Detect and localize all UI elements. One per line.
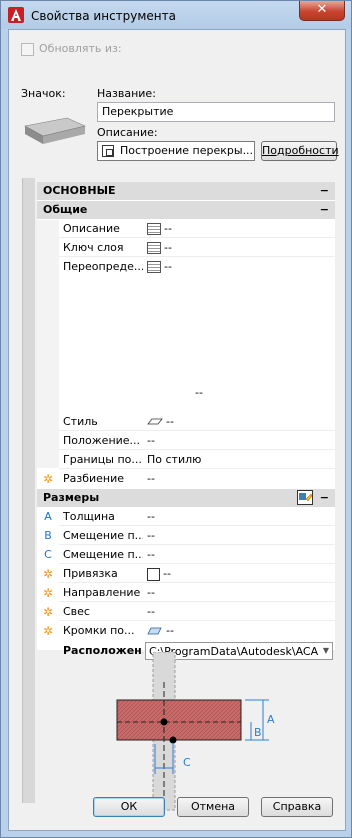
properties-grid: ОСНОВНЫЕ − Общие − Описание -- Ключ слоя… [37,182,335,660]
section-general[interactable]: Общие − [37,201,335,219]
section-dimensions[interactable]: Размеры − [37,489,335,507]
close-icon: ✕ [316,2,328,17]
required-star-icon: ✲ [42,605,54,619]
property-value[interactable]: -- [147,605,333,618]
property-row-direction[interactable]: ✲ Направление -- [37,584,335,602]
property-value: -- [195,386,203,399]
required-star-icon: ✲ [42,567,54,581]
property-row-preview-value: -- [37,370,335,410]
section-main[interactable]: ОСНОВНЫЕ − [37,182,335,200]
title-bar[interactable]: Свойства инструмента ✕ [1,1,351,29]
dialog-body: Обновлять из: Значок: Название: Перекрыт… [8,29,346,831]
property-name: Кромки по... [63,624,135,637]
details-button[interactable]: Подробности [261,141,339,161]
palette-scrollbar[interactable] [22,178,35,803]
property-value[interactable]: -- [147,586,333,599]
slab-section-diagram: A B C [116,652,275,811]
property-value[interactable]: По стилю [147,453,333,466]
section-general-label: Общие [43,203,88,216]
property-value[interactable]: -- [147,415,333,428]
table-icon [147,261,161,273]
property-name: Свес [63,605,90,618]
update-from-label: Обновлять из: [39,42,122,55]
property-name: Смещение п... [63,548,143,561]
diagram-label-a: A [267,713,275,726]
help-button[interactable]: Справка [261,797,333,817]
property-row-edges[interactable]: ✲ Кромки по... -- [37,622,335,640]
property-name: Описание [63,222,120,235]
name-input[interactable]: Перекрытие [97,102,335,122]
close-button[interactable]: ✕ [299,1,345,21]
property-row-bounds[interactable]: Границы по... По стилю [37,451,335,469]
diagram-label-c: C [183,756,191,769]
description-value: Построение перекры... [120,144,254,157]
section-main-label: ОСНОВНЫЕ [43,184,116,197]
description-field[interactable]: Построение перекры... [97,141,255,161]
description-label: Описание: [97,126,158,139]
diagram-label-b: B [254,726,262,739]
property-row-offset-c[interactable]: C Смещение п... -- [37,546,335,564]
property-value[interactable]: -- [147,222,333,235]
property-value[interactable]: -- [147,472,333,485]
table-icon [147,242,161,254]
update-from-checkbox[interactable] [21,42,34,56]
collapse-icon[interactable]: − [320,184,329,197]
slab-tool-icon[interactable] [23,114,87,148]
collapse-icon[interactable]: − [320,203,329,216]
property-name: Положение... [63,434,141,447]
property-value[interactable]: -- [147,567,333,581]
property-value[interactable]: -- [147,624,333,637]
property-row-justify[interactable]: ✲ Привязка -- [37,565,335,583]
property-row-layer-key[interactable]: Ключ слоя -- [37,239,335,257]
property-name: Разбиение [63,472,125,485]
window-title: Свойства инструмента [31,9,176,23]
property-name: Смещение п... [63,529,143,542]
slab-style-icon [147,418,163,425]
property-row-thickness[interactable]: A Толщина -- [37,508,335,526]
property-value[interactable]: -- [147,434,333,447]
dimension-a-marker: A [44,510,52,523]
chevron-down-icon[interactable]: ▼ [320,643,332,659]
property-name: Переопреде... [63,260,143,273]
icon-label: Значок: [21,87,66,100]
property-name: Направление [63,586,141,599]
dimension-picker-icon[interactable] [297,490,313,505]
collapse-icon[interactable]: − [320,491,329,504]
property-row-layer-overrides[interactable]: Переопреде... -- [37,258,335,276]
property-value[interactable]: -- [147,548,333,561]
property-name: Привязка [63,567,118,580]
property-row-style[interactable]: Стиль -- [37,413,335,431]
property-row-overhang[interactable]: ✲ Свес -- [37,603,335,621]
property-row-position[interactable]: Положение... -- [37,432,335,450]
property-value[interactable]: -- [147,241,333,254]
justify-box-icon [147,567,160,581]
property-name: Стиль [63,415,98,428]
property-value[interactable]: -- [147,529,333,542]
dimension-c-marker: C [44,548,52,561]
property-value[interactable]: -- [147,510,333,523]
property-value[interactable]: -- [147,260,333,273]
dimension-b-marker: B [44,529,52,542]
autocad-logo-icon [8,7,24,23]
property-row-description[interactable]: Описание -- [37,220,335,238]
update-from-row: Обновлять из: [21,42,122,56]
description-tool-icon [102,145,114,157]
section-dimensions-label: Размеры [43,491,100,504]
property-row-offset-b[interactable]: B Смещение п... -- [37,527,335,545]
property-name: Толщина [63,510,115,523]
required-star-icon: ✲ [42,586,54,600]
property-name: Границы по... [63,453,142,466]
table-icon [147,223,161,235]
property-name: Ключ слоя [63,241,124,254]
property-row-division[interactable]: ✲ Разбиение -- [37,470,335,488]
ok-button[interactable]: ОК [93,797,165,817]
name-label: Название: [97,87,156,100]
required-star-icon: ✲ [42,624,54,638]
cancel-button[interactable]: Отмена [177,797,249,817]
tool-properties-window: Свойства инструмента ✕ Обновлять из: Зна… [0,0,352,838]
slab-edge-icon [147,627,162,635]
required-star-icon: ✲ [42,472,54,486]
